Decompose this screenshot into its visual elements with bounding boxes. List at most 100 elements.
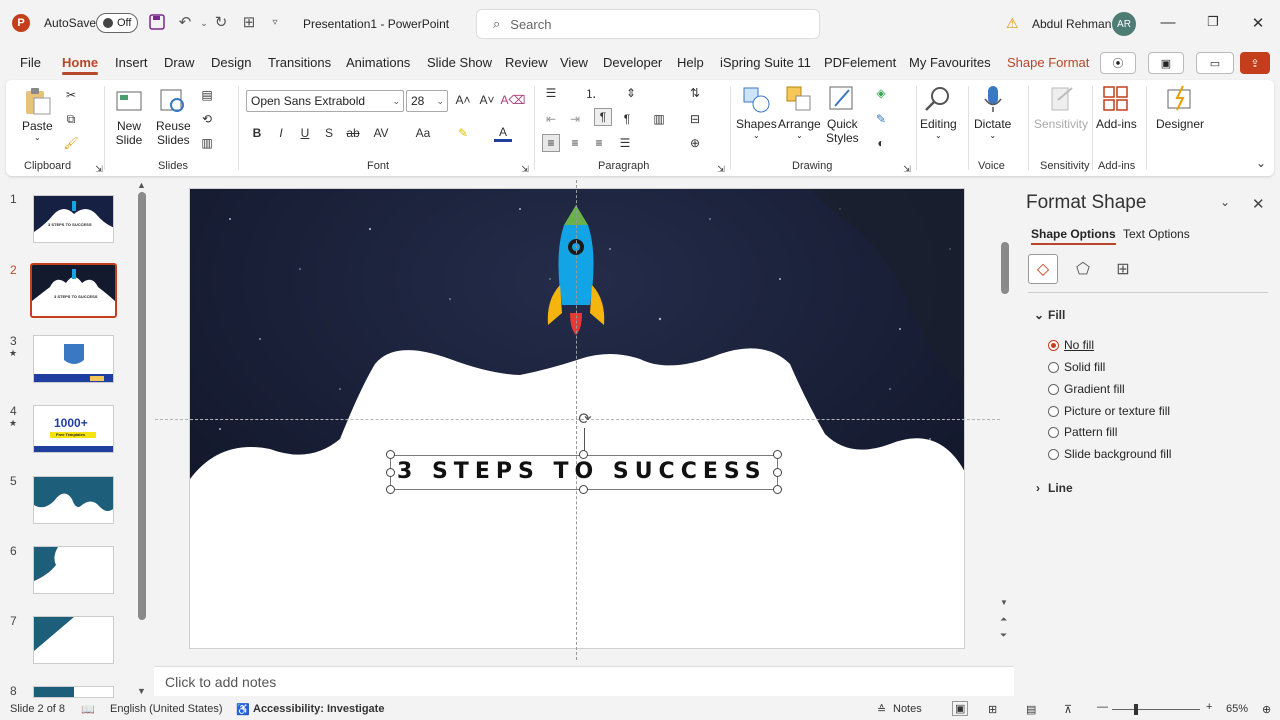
- previous-slide-icon[interactable]: ⏶: [1000, 614, 1007, 625]
- zoom-out-icon[interactable]: —: [1097, 701, 1108, 713]
- minimize-icon[interactable]: —: [1158, 14, 1178, 31]
- close-icon[interactable]: ✕: [1248, 14, 1268, 32]
- dictate-button[interactable]: Dictate ⌄: [974, 84, 1011, 140]
- normal-view-icon[interactable]: ▣: [952, 701, 969, 716]
- radio[interactable]: [1048, 448, 1059, 460]
- solid-fill-option[interactable]: Solid fill: [1048, 360, 1105, 374]
- align-left-icon[interactable]: ≡: [542, 134, 560, 152]
- comments-button[interactable]: ▭: [1196, 52, 1234, 74]
- shapes-button[interactable]: Shapes ⌄: [736, 84, 777, 140]
- tab-draw[interactable]: Draw: [164, 55, 194, 70]
- line-spacing-icon[interactable]: ⇕: [622, 84, 640, 102]
- zoom-level[interactable]: 65%: [1226, 703, 1248, 715]
- canvas-scrollbar[interactable]: [1001, 242, 1009, 294]
- slide-thumbnail-4[interactable]: 1000+ Free Templates: [33, 405, 114, 453]
- resize-handle[interactable]: [386, 485, 395, 494]
- language[interactable]: English (United States): [110, 703, 223, 715]
- restore-icon[interactable]: ❐: [1203, 14, 1223, 30]
- format-painter-icon[interactable]: 🖌: [62, 134, 80, 152]
- smartart-icon[interactable]: ⊕: [686, 134, 704, 152]
- shape-outline-icon[interactable]: ✎: [872, 110, 890, 128]
- resize-handle[interactable]: [386, 468, 395, 477]
- clear-formatting-icon[interactable]: A⌫: [501, 91, 526, 109]
- line-expand-icon[interactable]: ›: [1036, 481, 1040, 495]
- share-button[interactable]: ⇪: [1240, 52, 1270, 74]
- radio[interactable]: [1048, 426, 1059, 438]
- font-size-select[interactable]: 28 ⌄: [406, 90, 448, 112]
- search-input[interactable]: ⌕ Search: [476, 9, 820, 39]
- editing-button[interactable]: Editing ⌄: [920, 84, 957, 140]
- new-slide-button[interactable]: New Slide: [114, 86, 144, 147]
- strikethrough-icon[interactable]: ab: [344, 124, 362, 142]
- tab-shape-options[interactable]: Shape Options: [1031, 227, 1116, 245]
- reuse-slides-button[interactable]: Reuse Slides: [156, 86, 191, 147]
- save-icon[interactable]: [148, 14, 166, 32]
- tab-help[interactable]: Help: [677, 55, 704, 70]
- bold-icon[interactable]: B: [248, 124, 266, 142]
- slide-thumbnail-2[interactable]: 3 STEPS TO SUCCESS: [30, 263, 117, 318]
- quick-styles-button[interactable]: Quick Styles: [826, 84, 859, 145]
- numbering-icon[interactable]: ⒈: [582, 84, 600, 102]
- undo-icon[interactable]: ↶: [176, 14, 194, 32]
- slide-thumbnail-6[interactable]: [33, 546, 114, 594]
- text-direction-icon[interactable]: ⇅: [686, 84, 704, 102]
- slide-thumbnail-7[interactable]: [33, 616, 114, 664]
- notes-toggle-icon[interactable]: ≙: [877, 703, 886, 716]
- resize-handle[interactable]: [386, 450, 395, 459]
- resize-handle[interactable]: [579, 485, 588, 494]
- radio[interactable]: [1048, 383, 1059, 395]
- tab-insert[interactable]: Insert: [115, 55, 148, 70]
- zoom-slider-track[interactable]: [1112, 709, 1200, 710]
- bullets-icon[interactable]: ☰: [542, 84, 560, 102]
- justify-icon[interactable]: ☰: [616, 134, 634, 152]
- pattern-fill-option[interactable]: Pattern fill: [1048, 425, 1117, 439]
- redo-icon[interactable]: ↻: [212, 14, 230, 32]
- reading-view-icon[interactable]: ▤: [1026, 703, 1036, 716]
- resize-handle[interactable]: [579, 450, 588, 459]
- present-icon[interactable]: ⊞: [240, 14, 258, 32]
- align-center-icon[interactable]: ≡: [566, 134, 584, 152]
- cut-icon[interactable]: ✂: [62, 86, 80, 104]
- fit-slide-icon[interactable]: ⊕: [1262, 703, 1271, 716]
- slide-thumbnail-3[interactable]: [33, 335, 114, 383]
- increase-indent-icon[interactable]: ⇥: [566, 110, 584, 128]
- slide-count[interactable]: Slide 2 of 8: [10, 703, 65, 715]
- slide-background-fill-option[interactable]: Slide background fill: [1048, 447, 1171, 461]
- font-launcher-icon[interactable]: ⇲: [516, 160, 534, 178]
- slide-thumbnail-8[interactable]: [33, 686, 114, 698]
- character-spacing-icon[interactable]: AV: [372, 124, 390, 142]
- thumbs-scroll-up-icon[interactable]: ▲: [137, 180, 146, 190]
- tab-review[interactable]: Review: [505, 55, 548, 70]
- clipboard-launcher-icon[interactable]: ⇲: [90, 160, 108, 178]
- notes-area[interactable]: Click to add notes: [154, 666, 1014, 696]
- tab-transitions[interactable]: Transitions: [268, 55, 331, 70]
- tab-view[interactable]: View: [560, 55, 588, 70]
- shape-effects-icon[interactable]: ◐: [872, 134, 890, 152]
- ltr-icon[interactable]: ¶: [618, 110, 636, 128]
- arrange-button[interactable]: Arrange ⌄: [778, 84, 821, 140]
- resize-handle[interactable]: [773, 468, 782, 477]
- record-button[interactable]: ⦿: [1100, 52, 1136, 74]
- notes-toggle-button[interactable]: Notes: [893, 703, 922, 715]
- shadow-icon[interactable]: S: [320, 124, 338, 142]
- align-text-icon[interactable]: ⊟: [686, 110, 704, 128]
- font-color-icon[interactable]: A: [494, 124, 512, 142]
- collapse-ribbon-icon[interactable]: ⌄: [1252, 154, 1270, 172]
- align-right-icon[interactable]: ≡: [590, 134, 608, 152]
- highlight-icon[interactable]: ✎: [454, 124, 472, 142]
- drawing-launcher-icon[interactable]: ⇲: [898, 160, 916, 178]
- avatar[interactable]: AR: [1112, 12, 1136, 36]
- picture-fill-option[interactable]: Picture or texture fill: [1048, 404, 1170, 418]
- tab-developer[interactable]: Developer: [603, 55, 662, 70]
- undo-dropdown-icon[interactable]: ⌄: [195, 14, 213, 32]
- sensitivity-button[interactable]: Sensitivity: [1034, 84, 1088, 131]
- line-section-header[interactable]: Line: [1048, 481, 1073, 495]
- gradient-fill-option[interactable]: Gradient fill: [1048, 382, 1125, 396]
- spelling-icon[interactable]: 📖: [81, 703, 95, 716]
- accessibility-status[interactable]: Accessibility: Investigate: [253, 703, 384, 715]
- italic-icon[interactable]: I: [272, 124, 290, 142]
- reset-icon[interactable]: ⟲: [198, 110, 216, 128]
- layout-icon[interactable]: ▤: [198, 86, 216, 104]
- radio[interactable]: [1048, 361, 1059, 373]
- paragraph-launcher-icon[interactable]: ⇲: [712, 160, 730, 178]
